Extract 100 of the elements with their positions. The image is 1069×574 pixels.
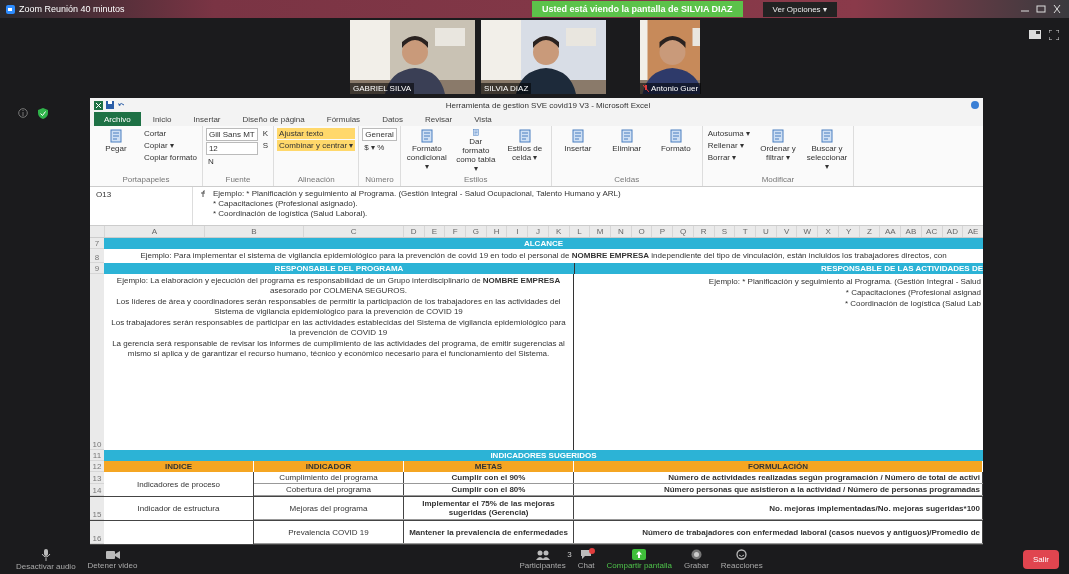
column-header: S <box>713 226 735 237</box>
table-cell: Indicador de estructura <box>137 504 220 513</box>
document-icon <box>619 129 634 143</box>
ribbon-button[interactable]: Buscar y seleccionar ▾ <box>804 128 851 174</box>
ribbon-button[interactable]: Ordenar y filtrar ▾ <box>755 128 802 174</box>
column-header: M <box>589 226 610 237</box>
ribbon-tab[interactable]: Insertar <box>183 112 231 126</box>
table-cell: Mejoras del programa <box>254 497 404 519</box>
table-cell: Indicadores de proceso <box>136 479 221 489</box>
toolbar-button[interactable]: Grabar <box>677 549 715 570</box>
info-icon[interactable] <box>18 108 28 118</box>
ribbon-button[interactable]: Copiar ▾ <box>142 140 199 151</box>
ribbon-button[interactable]: Pegar <box>93 128 139 174</box>
sharing-banner: Usted está viendo la pantalla de SILVIA DIAZ <box>532 1 743 17</box>
chat-icon <box>580 549 593 560</box>
function-icon[interactable] <box>199 190 207 197</box>
ribbon-tab[interactable]: Diseño de página <box>232 112 315 126</box>
fullscreen-icon[interactable] <box>1049 30 1059 40</box>
column-header: Z <box>858 226 880 237</box>
group-label: Alineación <box>296 175 336 185</box>
column-header: AA <box>879 226 901 237</box>
ribbon-tab[interactable]: Fórmulas <box>316 112 371 126</box>
responsibility-text: Los trabajadores serán responsables de participar en las actividades establecidas del Sistema de vigilancia epidemiológico para la prevención de COVID 19 <box>110 318 567 338</box>
table-cell: Cumplir con el 90% <box>404 472 574 483</box>
video-camera-icon <box>105 549 120 560</box>
close-icon[interactable] <box>1051 4 1063 14</box>
participant-name: GABRIEL SILVA <box>353 84 412 93</box>
window-title: Herramienta de gestion SVE covid19 V3 - Microsoft Excel <box>444 100 652 110</box>
ribbon-button[interactable]: Autosuma ▾ <box>705 128 753 139</box>
document-icon <box>517 129 532 143</box>
ribbon-tab[interactable]: Vista <box>464 112 502 126</box>
ribbon-dropdown[interactable]: Gill Sans MT <box>205 128 258 141</box>
ribbon-tab[interactable]: Inicio <box>142 112 182 126</box>
ribbon-button[interactable]: N <box>205 156 258 167</box>
column-header: V <box>775 226 797 237</box>
toolbar-button[interactable]: 3 Participantes <box>513 549 572 570</box>
undo-icon[interactable] <box>117 101 125 109</box>
row-number: 8 <box>90 249 104 263</box>
name-box[interactable]: O13 <box>96 190 112 222</box>
column-header: X <box>817 226 838 237</box>
leave-button[interactable]: Salir <box>1023 550 1059 569</box>
ribbon-button[interactable]: Eliminar <box>603 128 650 174</box>
table-cell: Mantener la prevalencia de enfermedades <box>404 521 574 543</box>
ribbon-button[interactable]: K <box>260 128 271 139</box>
table-cell: Implementar el 75% de las mejoras sugeridas (Gerencia) <box>404 497 574 519</box>
table-cell: Número de actividades realizadas según programación / Número de total de activi <box>574 472 983 483</box>
toolbar-button[interactable]: Desactivar audio <box>10 548 82 571</box>
table-cell: Cumplimiento del programa <box>254 472 404 483</box>
row-number: 7 <box>90 238 104 249</box>
document-icon <box>820 129 835 143</box>
toolbar-button[interactable]: Detener video <box>81 549 144 570</box>
view-options-button[interactable]: Ver Opciones ▾ <box>762 1 837 17</box>
column-header: C <box>303 226 403 237</box>
ribbon-button[interactable]: Dar formato como tabla ▾ <box>452 128 499 174</box>
column-header: AE <box>962 226 983 237</box>
ribbon-button[interactable]: Estilos de celda ▾ <box>501 128 548 174</box>
toolbar-button[interactable]: Compartir pantalla <box>600 549 678 570</box>
column-header: L <box>568 226 590 237</box>
ribbon-button[interactable]: Combinar y centrar ▾ <box>277 140 356 151</box>
ribbon-dropdown[interactable]: 12 <box>205 142 258 155</box>
shield-icon[interactable] <box>38 108 48 119</box>
ribbon-button[interactable]: Borrar ▾ <box>705 152 753 163</box>
document-icon <box>668 129 683 143</box>
ribbon-button[interactable]: $ ▾ % <box>362 142 397 153</box>
ribbon-button[interactable]: Formato condicional ▾ <box>403 128 450 174</box>
participant-name: SILVIA DIAZ <box>484 84 529 93</box>
ribbon-tab[interactable]: Datos <box>372 112 414 126</box>
toolbar-button[interactable]: Chat <box>571 549 601 570</box>
toolbar-button[interactable]: Reacciones <box>714 549 769 570</box>
column-header: P <box>651 226 673 237</box>
participant-count: 3 <box>567 549 572 559</box>
scope-text: Ejemplo: Para implementar el sistema de vigilancia epidemiológico para la prevención de covid 19 en todo el personal de NOMBRE EMPRESA independiente del tipo de vinculación, están incluidos los trabajadores directos, con <box>139 250 948 262</box>
ribbon-button[interactable]: Copiar formato <box>142 152 199 163</box>
table-cell: No. mejoras implementadas/No. mejoras sugeridas*100 <box>574 497 983 519</box>
ribbon-tab[interactable]: Revisar <box>415 112 463 126</box>
table-cell: Cobertura del programa <box>254 484 404 495</box>
group-label: Fuente <box>224 175 252 185</box>
ribbon-button[interactable]: Ajustar texto <box>277 128 356 139</box>
formula-text: * Coordinación de logística (Salud Laboral). <box>213 209 369 218</box>
ribbon-button[interactable]: Formato <box>652 128 699 174</box>
gallery-view-icon[interactable] <box>1029 30 1041 39</box>
ribbon-button[interactable]: Insertar <box>554 128 601 174</box>
ribbon-button[interactable]: S <box>260 140 271 151</box>
column-title: METAS <box>404 461 574 472</box>
section-header: RESPONSABLE DE LAS ACTIVIDADES DE <box>575 263 983 274</box>
save-icon[interactable] <box>106 101 114 109</box>
column-header: W <box>796 226 818 237</box>
row-number: 14 <box>90 484 104 496</box>
record-icon <box>690 549 702 560</box>
column-header: G <box>465 226 486 237</box>
ribbon-button[interactable]: Rellenar ▾ <box>705 140 753 151</box>
ribbon-button[interactable]: Cortar <box>142 128 199 139</box>
table-cell: Número personas que asistieron a la actividad / Número de personas programadas <box>574 484 983 495</box>
table-cell: Número de trabajadores con enfermedad laboral (casos nuevos y antiguos)/Promedio de <box>574 521 983 543</box>
maximize-icon[interactable] <box>1035 4 1047 14</box>
ribbon-tab[interactable]: Archivo <box>94 112 141 126</box>
column-header: R <box>692 226 714 237</box>
ribbon-dropdown[interactable]: General <box>362 128 397 141</box>
column-header: Q <box>672 226 693 237</box>
microphone-icon <box>40 548 51 561</box>
